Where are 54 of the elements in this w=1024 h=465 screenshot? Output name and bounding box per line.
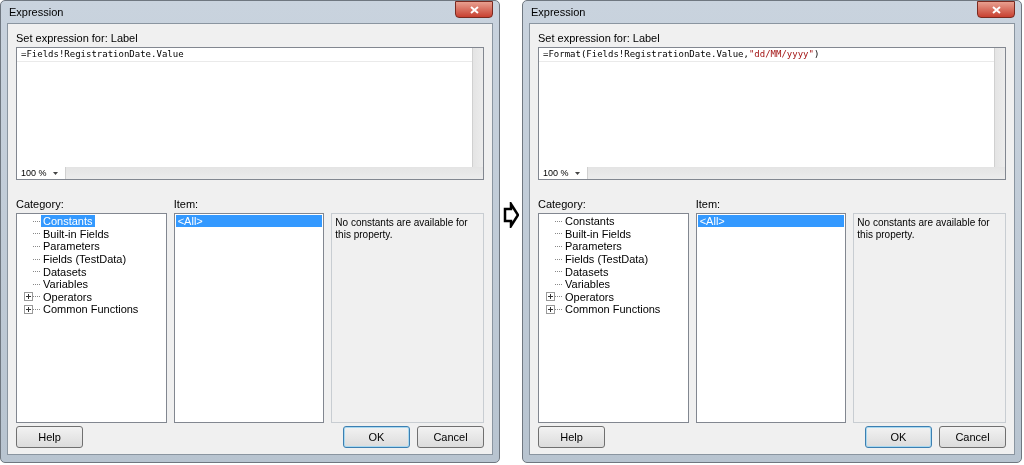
category-item[interactable]: Fields (TestData) [563,253,651,266]
category-label: Category: [538,198,586,212]
caret-icon [574,171,580,175]
category-item[interactable]: Operators [563,290,616,303]
help-button[interactable]: Help [16,426,83,448]
zoom-dropdown[interactable]: 100 % [17,167,65,179]
help-button[interactable]: Help [538,426,605,448]
right-arrow-icon [503,202,519,228]
close-button[interactable] [455,1,493,18]
horizontal-scrollbar[interactable] [65,167,483,179]
expand-icon[interactable] [24,292,33,302]
window-title: Expression [530,6,586,18]
category-label: Category: [16,198,64,212]
item-label: Item: [695,198,721,212]
expand-icon[interactable] [546,292,555,302]
description-text: No constants are available for this property. [857,217,990,240]
category-tree[interactable]: Constants Built-in Fields Parameters Fields (TestData) Datasets Variables Operators Common Functions [16,213,167,423]
category-item[interactable]: Datasets [41,265,89,278]
expand-icon[interactable] [24,304,33,314]
window-title: Expression [8,6,64,18]
category-item[interactable]: Datasets [563,265,611,278]
category-tree[interactable]: Constants Built-in Fields Parameters Fields (TestData) Datasets Variables Operators Common Functions [538,213,689,423]
expression-label: Set expression for: Label [538,32,660,46]
cancel-button[interactable]: Cancel [417,426,484,448]
description-text: No constants are available for this property. [335,217,468,240]
expression-text: =Fields!RegistrationDate.Value [17,48,472,62]
category-item[interactable]: Built-in Fields [41,227,112,240]
ok-button[interactable]: OK [865,426,932,448]
expression-label: Set expression for: Label [16,32,138,46]
expand-icon[interactable] [546,304,555,314]
close-icon [469,5,479,14]
close-button[interactable] [977,1,1015,18]
caret-icon [52,171,58,175]
zoom-dropdown[interactable]: 100 % [539,167,587,179]
category-item[interactable]: Operators [41,290,94,303]
expression-editor[interactable]: =Format(Fields!RegistrationDate.Value,"dd/MM/yyyy") 100 % [538,47,1006,180]
category-item[interactable]: Built-in Fields [563,227,634,240]
close-icon [991,5,1001,14]
category-item[interactable]: Parameters [563,240,624,253]
category-item[interactable]: Constants [563,215,617,228]
cancel-button[interactable]: Cancel [939,426,1006,448]
category-item[interactable]: Fields (TestData) [41,253,129,266]
ok-button[interactable]: OK [343,426,410,448]
category-item[interactable]: Parameters [41,240,102,253]
expression-text: =Format(Fields!RegistrationDate.Value,"dd/MM/yyyy") [539,48,994,62]
category-item[interactable]: Variables [563,278,613,291]
category-item[interactable]: Common Functions [41,303,141,316]
horizontal-scrollbar[interactable] [587,167,1005,179]
category-item[interactable]: Variables [41,278,91,291]
category-item[interactable]: Common Functions [563,303,663,316]
expression-editor[interactable]: =Fields!RegistrationDate.Value 100 % [16,47,484,180]
item-label: Item: [173,198,199,212]
vertical-scrollbar[interactable] [994,48,1005,167]
vertical-scrollbar[interactable] [472,48,483,167]
